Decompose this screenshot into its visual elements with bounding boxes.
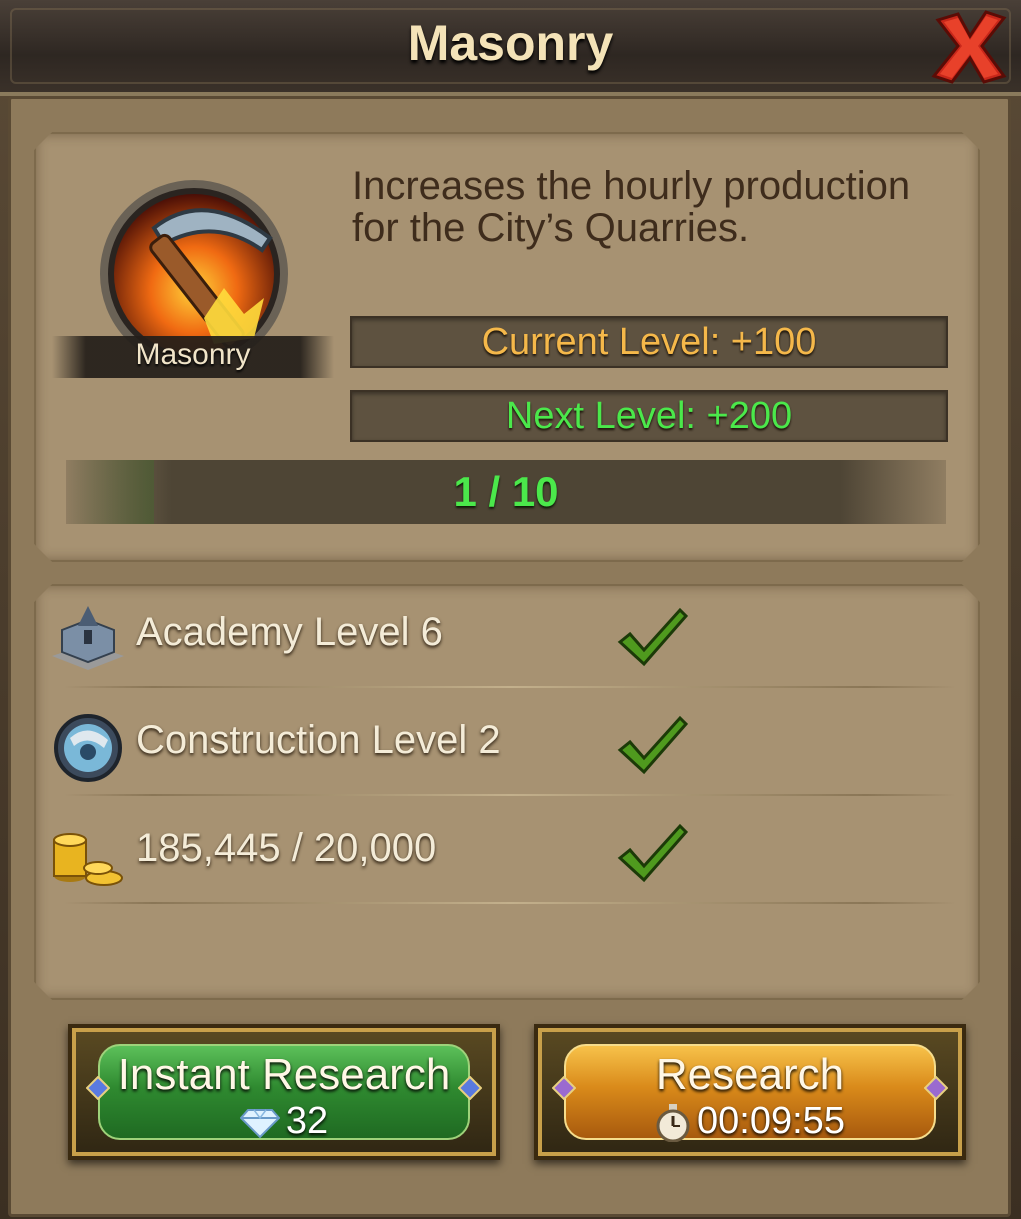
row-divider xyxy=(64,686,956,688)
current-level-bar: Current Level: +100 xyxy=(350,316,948,368)
requirement-text: Construction Level 2 xyxy=(136,718,501,762)
checkmark-icon xyxy=(617,715,688,775)
research-button[interactable]: Research 00:09:55 xyxy=(534,1024,966,1160)
construction-tech-icon xyxy=(54,714,122,782)
instant-research-cost-value: 32 xyxy=(285,1100,329,1142)
instant-research-cost: 32 xyxy=(72,1100,496,1143)
diamond-icon xyxy=(239,1108,280,1138)
requirement-text: Academy Level 6 xyxy=(136,610,443,654)
academy-building-icon xyxy=(52,606,124,670)
row-divider xyxy=(64,794,956,796)
requirement-row: Construction Level 2 xyxy=(44,690,966,796)
dialog-title: Masonry xyxy=(407,15,614,71)
level-progress-bar: 1 / 10 xyxy=(66,460,946,524)
close-button[interactable] xyxy=(928,6,1010,88)
close-icon[interactable] xyxy=(928,6,1010,88)
research-label: Research xyxy=(655,1050,845,1099)
research-time: 00:09:55 xyxy=(538,1100,962,1143)
level-progress-text: 1 / 10 xyxy=(453,468,559,515)
research-dialog: Masonry Masonry Increases the hourly pro… xyxy=(0,0,1021,1219)
row-divider xyxy=(64,902,956,904)
requirement-text: 185,445 / 20,000 xyxy=(136,826,437,870)
checkmark-icon xyxy=(617,823,688,883)
stopwatch-icon xyxy=(656,1103,690,1142)
tech-description: Increases the hourly production for the … xyxy=(352,164,911,250)
instant-research-label: Instant Research xyxy=(117,1050,451,1099)
instant-research-button[interactable]: Instant Research 32 xyxy=(68,1024,500,1160)
gold-coins-icon xyxy=(53,833,123,886)
next-level-bar: Next Level: +200 xyxy=(350,390,948,442)
title-bar: Masonry xyxy=(0,0,1021,96)
research-time-value: 00:09:55 xyxy=(697,1100,845,1142)
tech-name: Masonry xyxy=(135,338,251,371)
requirement-row: Academy Level 6 xyxy=(44,582,966,688)
requirement-row: 185,445 / 20,000 xyxy=(44,798,966,904)
checkmark-icon xyxy=(617,607,688,667)
